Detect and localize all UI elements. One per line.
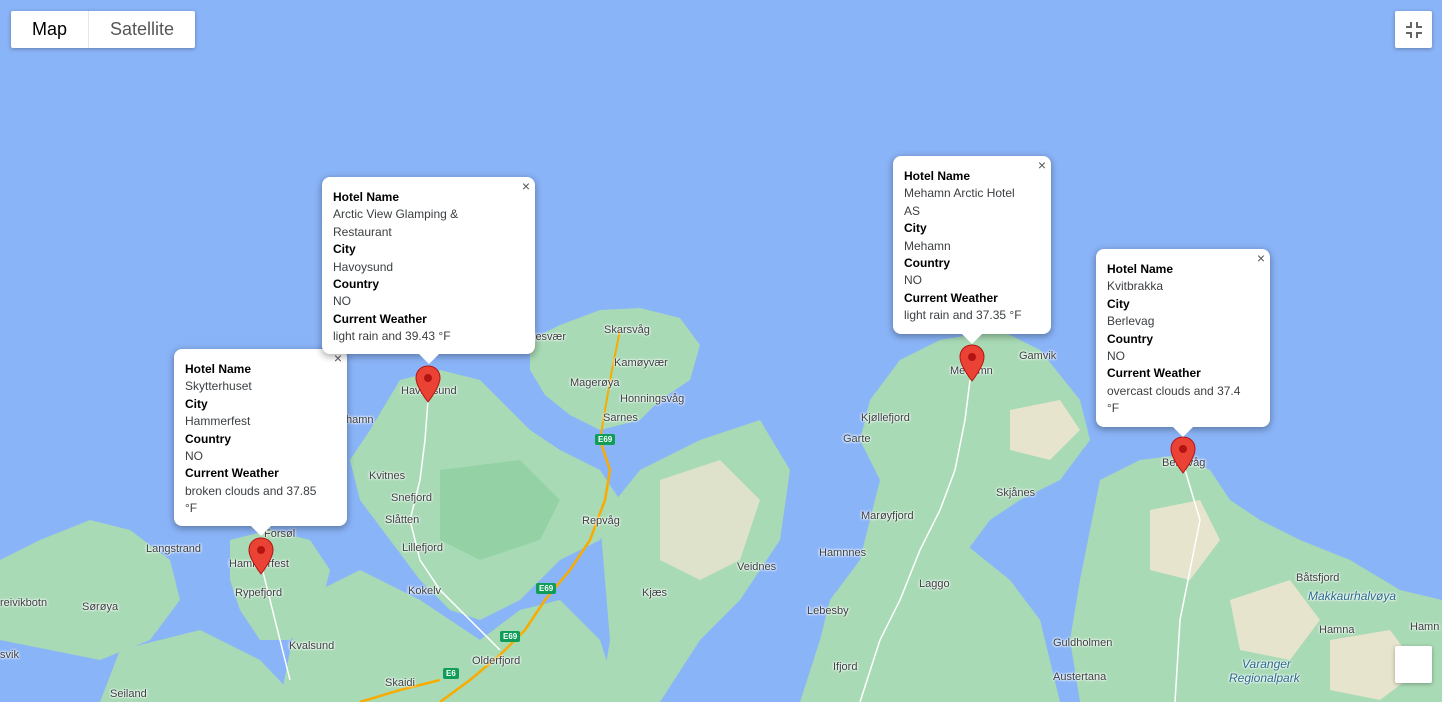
hotel-name-label: Hotel Name [185, 362, 252, 376]
place-label: Marøyfjord [861, 510, 914, 522]
place-label: Ifjord [833, 661, 858, 673]
place-label: Seiland [110, 688, 147, 700]
place-label: Gamvik [1019, 350, 1057, 362]
country-label: Country [333, 277, 379, 292]
country-label: Country [185, 431, 231, 446]
weather-value: overcast clouds and 37.4 °F [1107, 383, 1241, 416]
place-label: Sørøya [82, 601, 119, 613]
place-label: Kokelv [408, 585, 442, 597]
hotel-name-label: Hotel Name [904, 169, 971, 183]
place-label: Laggo [919, 578, 950, 590]
city-label: City [904, 221, 927, 236]
place-label: jesvær [533, 331, 567, 343]
hotel-name-label: Hotel Name [1107, 262, 1174, 276]
fullscreen-button[interactable] [1395, 11, 1432, 48]
place-label: Slåtten [385, 514, 420, 526]
country-value: NO [1107, 349, 1125, 364]
place-label: Kvitnes [369, 470, 406, 482]
place-label: Sarnes [603, 412, 638, 424]
place-label: Skarsvåg [604, 324, 650, 336]
country-label: Country [904, 256, 950, 271]
place-label: Guldholmen [1053, 637, 1113, 649]
weather-value: light rain and 39.43 °F [333, 329, 451, 344]
place-label: Garte [843, 433, 871, 445]
info-window-havoysund: × Hotel Name Arctic View Glamping & Rest… [322, 177, 535, 364]
road-shield-e69: E69 [536, 583, 557, 594]
city-label: City [333, 242, 356, 257]
city-value: Havoysund [333, 259, 394, 274]
weather-label: Current Weather [1107, 366, 1201, 381]
map-marker-icon[interactable] [1170, 436, 1196, 474]
place-label: Makkaurhalvøya [1308, 589, 1397, 603]
hotel-name-label: Hotel Name [333, 190, 400, 204]
place-label: Olderfjord [472, 655, 521, 667]
country-label: Country [1107, 331, 1153, 346]
place-label: Skaidi [385, 677, 415, 689]
country-value: NO [185, 449, 203, 464]
map-marker-icon[interactable] [415, 365, 441, 403]
city-value: Berlevag [1107, 314, 1155, 329]
hotel-name-value: Mehamn Arctic Hotel AS [904, 186, 1015, 218]
place-label: reivikbotn [0, 597, 48, 609]
hotel-name-value: Kvitbrakka [1107, 279, 1164, 294]
place-label: Hamn [1410, 621, 1440, 633]
hotel-name-value: Skytterhuset [185, 379, 252, 394]
map-canvas[interactable]: jesvær Skarsvåg Kamøyvær Magerøya Honnin… [0, 0, 1442, 702]
info-window-berlevag: × Hotel Name Kvitbrakka City Berlevag Co… [1096, 249, 1270, 437]
place-label: Austertana [1053, 671, 1107, 683]
place-label: Kamøyvær [614, 357, 668, 369]
weather-label: Current Weather [333, 311, 427, 326]
map-type-control: Map Satellite [11, 11, 196, 48]
map-marker-icon[interactable] [959, 344, 985, 382]
hotel-name-value: Arctic View Glamping & Restaurant [333, 207, 459, 239]
place-label: Lillefjord [402, 542, 443, 554]
weather-label: Current Weather [185, 466, 279, 481]
place-label: Kjæs [642, 587, 668, 599]
weather-label: Current Weather [904, 290, 998, 305]
map-control-button[interactable] [1395, 646, 1432, 683]
road-shield-e69: E69 [500, 631, 521, 642]
place-label: hamn [346, 414, 374, 426]
weather-value: light rain and 37.35 °F [904, 308, 1022, 323]
place-label: Lebesby [807, 605, 849, 617]
place-label: Magerøya [570, 377, 620, 389]
road-shield-e6: E6 [443, 668, 459, 679]
place-label: Langstrand [146, 543, 202, 555]
place-label: svik [0, 649, 19, 661]
map-marker-icon[interactable] [248, 537, 274, 575]
place-label: Honningsvåg [620, 393, 685, 405]
country-value: NO [333, 294, 351, 309]
place-label: Kvalsund [289, 640, 335, 652]
map-type-map-button[interactable]: Map [11, 11, 90, 48]
city-value: Mehamn [904, 238, 951, 253]
close-icon[interactable]: × [1038, 158, 1046, 172]
info-window-hammerfest: × Hotel Name Skytterhuset City Hammerfes… [174, 349, 347, 536]
close-icon[interactable]: × [1257, 251, 1265, 265]
place-label: Rypefjord [235, 587, 283, 599]
place-label: Veidnes [737, 561, 777, 573]
place-label: Repvåg [582, 515, 620, 527]
city-label: City [185, 396, 208, 411]
close-icon[interactable]: × [522, 179, 530, 193]
place-label: Kjøllefjord [861, 412, 910, 424]
place-label: Båtsfjord [1296, 572, 1340, 584]
info-window-mehamn: × Hotel Name Mehamn Arctic Hotel AS City… [893, 156, 1051, 344]
place-label: Skjånes [996, 487, 1036, 499]
place-label: Snefjord [391, 492, 432, 504]
fullscreen-exit-icon [1405, 21, 1422, 38]
weather-value: broken clouds and 37.85 °F [185, 483, 317, 516]
place-label: Varanger [1242, 657, 1291, 671]
city-value: Hammerfest [185, 414, 251, 429]
map-type-satellite-button[interactable]: Satellite [89, 11, 195, 48]
place-label: Regionalpark [1229, 671, 1300, 685]
place-label: Hamnnes [819, 547, 867, 559]
country-value: NO [904, 273, 922, 288]
city-label: City [1107, 296, 1130, 311]
road-shield-e69: E69 [595, 434, 616, 445]
place-label: Hamna [1319, 624, 1355, 636]
